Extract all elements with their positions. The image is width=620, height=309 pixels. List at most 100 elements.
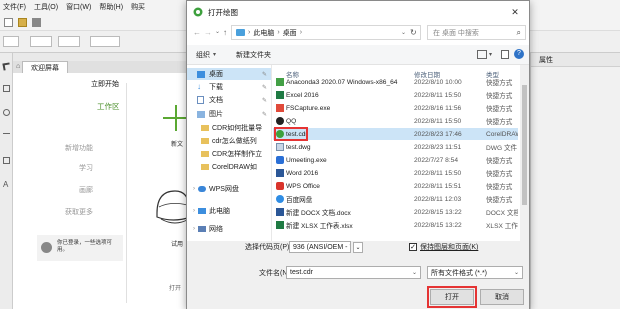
nav-item-this-pc[interactable]: › 此电脑	[187, 205, 271, 217]
template-trial-label[interactable]: 试用	[171, 239, 183, 248]
codepage-dropdown-icon[interactable]: ⌄	[353, 242, 363, 253]
paper-size-combo[interactable]	[3, 36, 19, 47]
welcome-item-get-more[interactable]: 获取更多	[65, 207, 93, 217]
file-row[interactable]: 新建 XLSX 工作表.xlsx 2022/8/15 13:22 XLSX 工作…	[273, 219, 518, 231]
new-folder-button[interactable]: 新建文件夹	[236, 50, 271, 60]
nav-item-network[interactable]: › 网络	[187, 223, 271, 235]
text-tool-icon[interactable]: A	[3, 181, 10, 189]
filename-dropdown-icon[interactable]: ⌄	[412, 269, 417, 276]
nav-label: 文档	[209, 97, 223, 104]
nav-label: cdr怎么做纸列	[212, 138, 257, 145]
filter-dropdown-icon[interactable]: ⌄	[514, 269, 519, 276]
nav-item-folder[interactable]: CDR怎样制作立	[187, 148, 271, 160]
menu-help[interactable]: 帮助(H)	[99, 2, 123, 12]
pick-tool-icon[interactable]	[2, 62, 11, 71]
nav-item-folder[interactable]: CDR如何批量导	[187, 122, 271, 134]
view-options-icon[interactable]	[477, 50, 487, 59]
network-icon	[198, 226, 206, 232]
file-row[interactable]: Word 2016 2022/8/11 15:50 快捷方式	[273, 167, 518, 179]
nav-item-wps-cloud[interactable]: › WPS网盘	[187, 183, 271, 195]
search-input[interactable]: 在 桌面 中搜索 ⌕	[427, 25, 526, 40]
units-combo[interactable]	[90, 36, 120, 47]
nav-item-downloads[interactable]: ↓ 下载 ✎	[187, 81, 271, 93]
dialog-footer: 选择代码页(P): 936 (ANSI/OEM - 简 ⌄ ✓ 保持图层和页面(…	[187, 241, 529, 309]
forward-arrow-icon[interactable]: →	[204, 28, 212, 37]
checkmark-icon: ✓	[410, 243, 416, 251]
new-doc-icon[interactable]	[4, 18, 13, 27]
save-icon[interactable]	[32, 18, 41, 27]
tab-welcome-screen[interactable]: 欢迎屏幕	[22, 61, 68, 73]
file-row[interactable]: Umeeting.exe 2022/7/27 8:54 快捷方式	[273, 154, 518, 166]
line-tool-icon[interactable]	[3, 133, 10, 134]
file-list-scrollbar[interactable]	[520, 65, 529, 241]
width-field[interactable]	[30, 36, 52, 47]
welcome-item-workspace[interactable]: 工作区	[97, 101, 120, 112]
help-icon[interactable]: ?	[514, 49, 524, 59]
ellipse-tool-icon[interactable]	[3, 109, 10, 116]
file-type: 快捷方式	[486, 158, 513, 165]
search-icon[interactable]: ⌕	[517, 28, 521, 38]
file-row[interactable]: WPS Office 2022/8/11 15:51 快捷方式	[273, 180, 518, 192]
menu-tools[interactable]: 工具(O)	[34, 2, 58, 12]
menu-buy[interactable]: 购买	[131, 2, 145, 12]
user-avatar-icon[interactable]	[41, 242, 52, 253]
nav-item-folder[interactable]: CorelDRAW如	[187, 161, 271, 173]
organize-button[interactable]: 组织	[196, 50, 210, 60]
keep-layers-label[interactable]: 保持图层和页面(K)	[420, 242, 478, 252]
computer-icon	[198, 208, 206, 214]
breadcrumb-this-pc[interactable]: 此电脑	[253, 28, 274, 38]
expand-chevron-icon[interactable]: ›	[193, 186, 195, 192]
breadcrumb-desktop[interactable]: 桌面	[283, 28, 297, 38]
nav-label: 网络	[209, 226, 223, 233]
welcome-item-start[interactable]: 立即开始	[91, 79, 119, 89]
address-bar[interactable]: › 此电脑 › 桌面 › ⌄ ↻	[231, 25, 421, 40]
back-arrow-icon[interactable]: ←	[193, 28, 201, 37]
nav-label: CorelDRAW如	[212, 164, 257, 171]
shape-tool-icon[interactable]	[3, 85, 10, 92]
file-row[interactable]: 百度网盘 2022/8/11 12:03 快捷方式	[273, 193, 518, 205]
expand-chevron-icon[interactable]: ›	[193, 208, 195, 214]
pane-splitter[interactable]	[271, 65, 272, 241]
menu-window[interactable]: 窗口(W)	[66, 2, 91, 12]
welcome-item-whats-new[interactable]: 新增功能	[65, 143, 93, 153]
file-row[interactable]: QQ 2022/8/11 15:50 快捷方式	[273, 115, 518, 127]
file-type-filter-select[interactable]: 所有文件格式 (*.*) ⌄	[427, 266, 523, 279]
file-name: WPS Office	[286, 182, 320, 190]
refresh-icon[interactable]: ↻	[410, 28, 417, 37]
up-arrow-icon[interactable]: ↑	[223, 28, 227, 37]
address-dropdown-icon[interactable]: ⌄	[401, 29, 406, 36]
welcome-item-gallery[interactable]: 画廊	[79, 185, 93, 195]
toolbox: A	[0, 53, 13, 309]
recent-locations-icon[interactable]: ⌄	[215, 28, 220, 35]
new-document-label[interactable]: 新文	[171, 139, 183, 148]
file-highlight-annotation	[274, 127, 308, 141]
open-button-highlight-annotation	[427, 286, 477, 308]
keep-layers-checkbox[interactable]: ✓	[409, 243, 417, 251]
nav-item-pictures[interactable]: 图片 ✎	[187, 108, 271, 120]
codepage-select[interactable]: 936 (ANSI/OEM - 简	[289, 241, 351, 253]
nav-item-folder[interactable]: cdr怎么做纸列	[187, 135, 271, 147]
view-options-chevron-icon[interactable]: ▾	[489, 51, 492, 58]
welcome-item-learn[interactable]: 学习	[79, 163, 93, 173]
nav-item-desktop[interactable]: 桌面 ✎	[187, 68, 271, 80]
file-type-filter-value: 所有文件格式 (*.*)	[431, 269, 487, 277]
folder-icon	[201, 125, 209, 131]
file-row[interactable]: Excel 2016 2022/8/11 15:50 快捷方式	[273, 89, 518, 101]
preview-pane-icon[interactable]	[501, 50, 509, 59]
file-row[interactable]: 新建 DOCX 文档.docx 2022/8/15 13:22 DOCX 文档	[273, 206, 518, 218]
nav-item-documents[interactable]: 文档 ✎	[187, 94, 271, 106]
file-row-selected[interactable]: test.cdr 2022/8/23 17:46 CorelDRAW	[273, 128, 518, 140]
open-folder-icon[interactable]	[18, 18, 27, 27]
rectangle-tool-icon[interactable]	[3, 157, 10, 164]
welcome-open-button[interactable]: 打开	[169, 283, 181, 292]
menu-file[interactable]: 文件(F)	[3, 2, 26, 12]
close-icon[interactable]: ✕	[509, 6, 521, 18]
expand-chevron-icon[interactable]: ›	[193, 226, 195, 232]
file-row[interactable]: Anaconda3 2020.07 Windows-x86_64 2022/8/…	[273, 76, 518, 88]
cancel-button[interactable]: 取消	[480, 289, 524, 305]
file-row[interactable]: test.dwg 2022/8/23 11:51 DWG 文件	[273, 141, 518, 153]
file-row[interactable]: FSCapture.exe 2022/8/16 11:56 快捷方式	[273, 102, 518, 114]
scrollbar-thumb[interactable]	[522, 85, 527, 205]
filename-input[interactable]: test.cdr ⌄	[286, 266, 421, 279]
height-field[interactable]	[58, 36, 80, 47]
